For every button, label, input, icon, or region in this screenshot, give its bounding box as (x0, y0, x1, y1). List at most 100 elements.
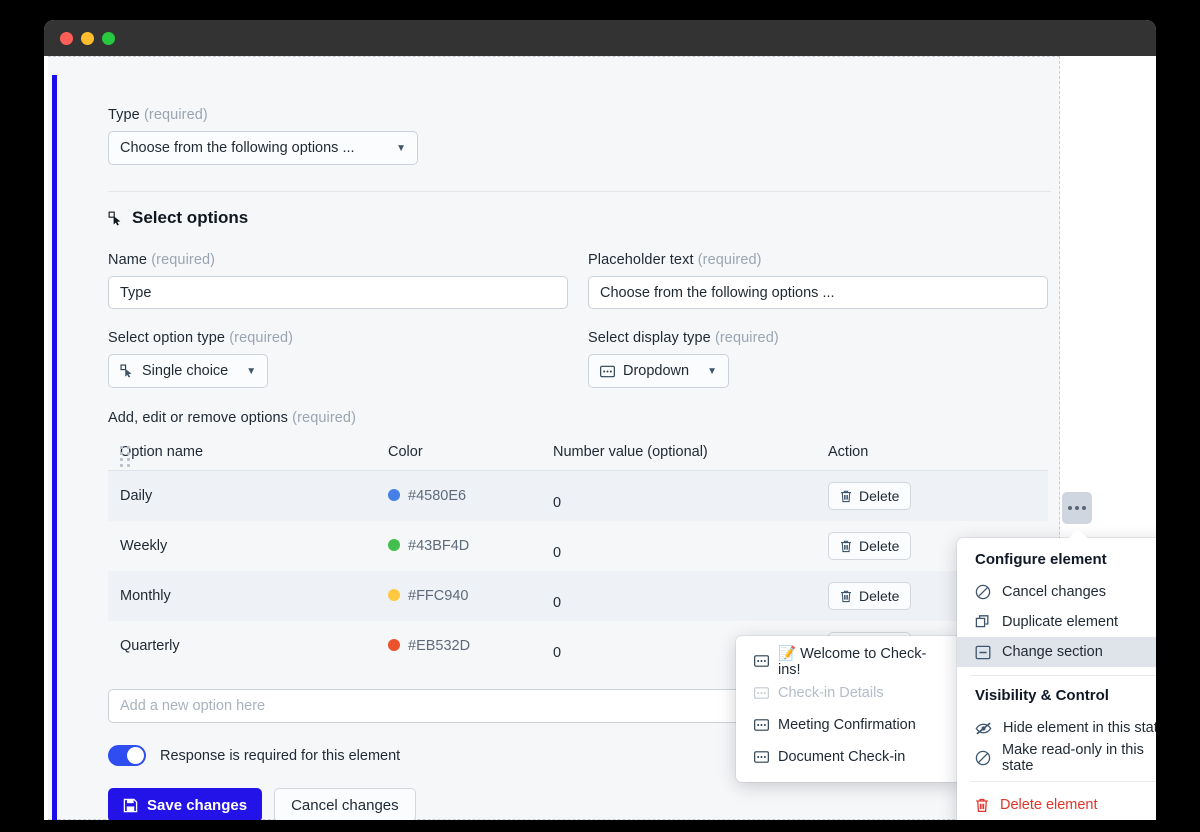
placeholder-field-group: Placeholder text (required) (588, 252, 1048, 309)
type-required-text: (required) (143, 107, 208, 123)
save-changes-button[interactable]: Save changes (108, 788, 263, 820)
option-type-label: Select option type (required) (108, 330, 568, 346)
trash-icon (840, 540, 852, 553)
save-changes-label: Save changes (147, 796, 248, 814)
no-entry-icon (975, 750, 991, 766)
color-hex: #43BF4D (408, 538, 470, 554)
option-color-cell[interactable]: #4580E6 (388, 488, 553, 504)
menu-item-label: Change section (1002, 644, 1103, 660)
submenu-item-meeting-confirmation[interactable]: Meeting Confirmation (736, 709, 961, 741)
options-label: Add, edit or remove options (required) (108, 410, 1051, 426)
cancel-changes-button[interactable]: Cancel changes (274, 788, 416, 820)
placeholder-input[interactable] (588, 276, 1048, 309)
display-type-select[interactable]: Dropdown ▼ (588, 354, 729, 388)
menu-item-make-readonly[interactable]: Make read-only in this state (957, 742, 1156, 774)
menu-title: Configure element (975, 551, 1107, 568)
option-name-cell[interactable]: Quarterly (108, 638, 388, 654)
section-title-text: Select options (132, 208, 249, 227)
section-divider (108, 191, 1051, 192)
name-input[interactable] (108, 276, 568, 309)
menu-item-duplicate-element[interactable]: Duplicate element (957, 607, 1156, 637)
window-body: Type (required) Choose from the followin… (44, 56, 1156, 820)
chevron-down-icon: ▼ (246, 365, 257, 377)
table-row: Weekly #43BF4D 0 Delete (108, 521, 1048, 571)
no-entry-icon (975, 584, 991, 600)
display-type-group: Select display type (required) Dropdown … (588, 330, 1048, 388)
section-icon (975, 645, 991, 660)
option-name-cell[interactable]: Weekly (108, 538, 388, 554)
column-header-color: Color (388, 444, 423, 460)
section-box-icon (754, 719, 769, 731)
menu-item-cancel-changes[interactable]: Cancel changes (957, 577, 1156, 607)
change-section-submenu: 📝 Welcome to Check-ins! Check-in Details (736, 636, 961, 782)
chevron-down-icon: ▼ (707, 365, 717, 377)
delete-option-button[interactable]: Delete (828, 482, 912, 510)
delete-option-button[interactable]: Delete (828, 582, 912, 610)
option-name-cell[interactable]: Daily (108, 488, 388, 504)
menu-item-delete-element[interactable]: Delete element (957, 790, 1156, 820)
option-name-cell[interactable]: Monthly (108, 588, 388, 604)
color-hex: #FFC940 (408, 588, 469, 604)
chevron-down-icon: ▼ (396, 142, 406, 154)
name-required-text: (required) (151, 252, 216, 268)
column-header-option-name: Option name (120, 444, 204, 460)
color-swatch (388, 589, 400, 601)
color-swatch (388, 489, 400, 501)
row-drag-handle[interactable] (120, 446, 130, 467)
cursor-select-icon (108, 211, 123, 226)
minimize-window-button[interactable] (81, 31, 94, 45)
display-type-label: Select display type (required) (588, 330, 1048, 346)
color-swatch (388, 639, 400, 651)
placeholder-label-text: Placeholder text (588, 252, 694, 268)
display-type-label-text: Select display type (588, 330, 711, 346)
menu-item-change-section[interactable]: Change section ▶ (957, 637, 1156, 667)
option-type-value: Single choice (142, 363, 229, 379)
menu-item-label: Cancel changes (1002, 584, 1106, 600)
trash-icon (840, 590, 852, 603)
required-toggle-label: Response is required for this element (160, 747, 401, 764)
options-required-text: (required) (292, 410, 357, 426)
close-window-button[interactable] (60, 31, 73, 45)
column-header-action: Action (828, 444, 869, 460)
options-label-text: Add, edit or remove options (108, 410, 289, 426)
maximize-window-button[interactable] (102, 31, 115, 45)
required-toggle[interactable] (108, 745, 146, 766)
submenu-item-label: 📝 Welcome to Check-ins! (778, 645, 927, 678)
ellipsis-icon[interactable] (1062, 492, 1092, 524)
option-color-cell[interactable]: #EB532D (388, 638, 553, 654)
app-window: Type (required) Choose from the followin… (44, 20, 1156, 820)
option-color-cell[interactable]: #FFC940 (388, 588, 553, 604)
delete-option-button[interactable]: Delete (828, 532, 912, 560)
menu-item-label: Duplicate element (1002, 614, 1119, 630)
eye-slash-icon (975, 721, 992, 736)
menu-divider (971, 781, 1156, 782)
delete-label: Delete (859, 538, 900, 554)
option-type-select[interactable]: Single choice ▼ (108, 354, 269, 388)
type-preview-value: Choose from the following options ... (120, 140, 355, 156)
menu-item-hide-element[interactable]: Hide element in this state (957, 713, 1156, 743)
name-field-group: Name (required) (108, 252, 568, 309)
type-preview-select[interactable]: Choose from the following options ... ▼ (108, 131, 418, 165)
selection-indicator-bar (52, 75, 57, 820)
option-color-cell[interactable]: #43BF4D (388, 538, 553, 554)
options-table-header: Option name Color Number value (optional… (108, 438, 1048, 471)
option-type-label-text: Select option type (108, 330, 226, 346)
color-swatch (388, 539, 400, 551)
floppy-disk-icon (123, 798, 138, 813)
submenu-item-document-checkin[interactable]: Document Check-in (736, 741, 961, 773)
option-number-cell[interactable]: 0 (553, 545, 561, 561)
option-type-required-text: (required) (229, 330, 294, 346)
option-number-cell[interactable]: 0 (553, 595, 561, 611)
menu-item-label: Make read-only in this state (1002, 742, 1144, 774)
delete-label: Delete (859, 588, 900, 604)
section-box-icon (754, 751, 769, 763)
option-number-cell[interactable]: 0 (553, 645, 561, 661)
type-label-text: Type (108, 107, 140, 123)
submenu-item-welcome[interactable]: 📝 Welcome to Check-ins! (736, 645, 961, 678)
option-number-cell[interactable]: 0 (553, 495, 561, 511)
color-hex: #4580E6 (408, 488, 467, 504)
menu-item-label: Delete element (1000, 797, 1098, 813)
table-row: Daily #4580E6 0 Delete (108, 471, 1048, 521)
table-row: Monthly #FFC940 0 Delete (108, 571, 1048, 621)
placeholder-required-text: (required) (697, 252, 762, 268)
